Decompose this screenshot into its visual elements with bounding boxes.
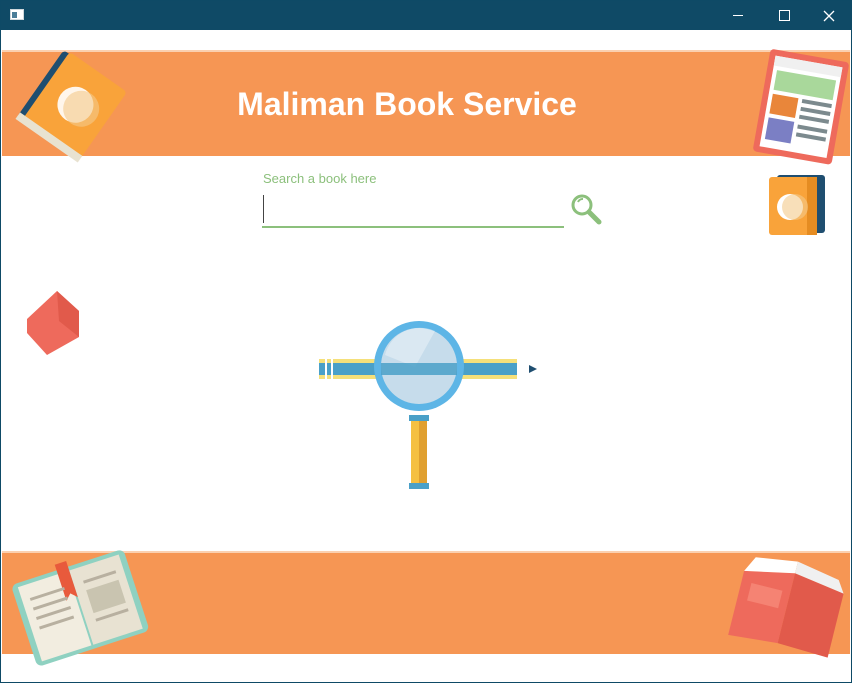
newspaper-icon [753, 49, 849, 165]
book-icon [27, 291, 79, 355]
close-button[interactable] [806, 1, 851, 30]
app-window: Maliman Book Service Search a book here [0, 0, 852, 683]
open-book-icon [12, 550, 149, 666]
close-icon [823, 10, 835, 21]
minimize-icon [733, 15, 743, 16]
search-label: Search a book here [263, 171, 377, 186]
title-bar [1, 1, 851, 30]
maximize-icon [778, 10, 790, 21]
book-icon [769, 175, 825, 235]
magnifier-pencil-icon [319, 321, 537, 489]
book-icon [15, 51, 126, 163]
search-input[interactable] [262, 192, 564, 228]
search-icon [571, 194, 602, 225]
minimize-button[interactable] [715, 1, 761, 30]
text-caret [263, 195, 264, 223]
book-icon [728, 557, 844, 658]
app-icon [10, 9, 24, 20]
maximize-button[interactable] [761, 1, 807, 30]
search-button[interactable] [569, 192, 603, 226]
